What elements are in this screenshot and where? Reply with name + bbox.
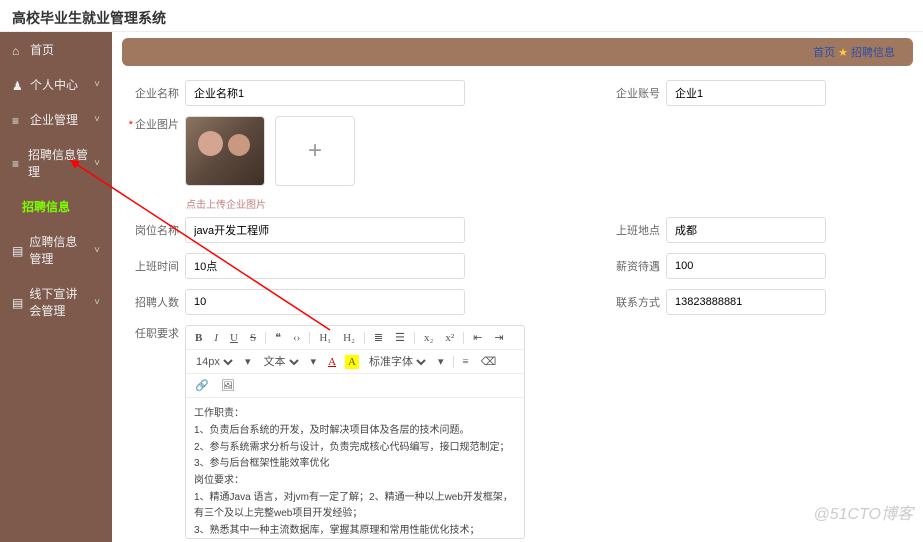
- strike-button[interactable]: S: [247, 331, 259, 345]
- work-location-label: 上班地点: [605, 222, 660, 238]
- sidebar-item-label: 线下宣讲会管理: [29, 285, 88, 319]
- app-header: 高校毕业生就业管理系统: [0, 0, 923, 32]
- clear-button[interactable]: ⌫: [478, 354, 500, 369]
- font-family-select[interactable]: 文本: [260, 355, 302, 369]
- sidebar: ⌂ 首页 ♟ 个人中心 ˅ ≡ 企业管理 ˅ ≡ 招聘信息管理 ˅ 招聘信息 ▤…: [0, 32, 112, 542]
- sup-button[interactable]: x²: [442, 331, 457, 345]
- editor-line: 1、精通Java 语言，对jvm有一定了解；2、精通一种以上web开发框架，有三…: [194, 490, 516, 522]
- sidebar-item-seminar-mgmt[interactable]: ▤ 线下宣讲会管理 ˅: [0, 276, 112, 328]
- sidebar-item-label: 招聘信息: [22, 198, 70, 215]
- editor-body[interactable]: 工作职责： 1、负责后台系统的开发，及时解决项目体及各层的技术问题。 2、参与系…: [186, 398, 524, 538]
- salary-label: 薪资待遇: [605, 258, 660, 274]
- company-name-input[interactable]: [185, 80, 465, 106]
- code-button[interactable]: ‹›: [290, 331, 303, 345]
- separator: [414, 332, 415, 344]
- home-icon: ⌂: [12, 44, 24, 56]
- indent-button[interactable]: ⇥: [491, 330, 506, 345]
- image-hint: 点击上传企业图片: [186, 196, 911, 211]
- chevron-down-icon: ˅: [94, 245, 100, 256]
- sidebar-item-apply-mgmt[interactable]: ▤ 应聘信息管理 ˅: [0, 224, 112, 276]
- list-icon: ≡: [12, 157, 22, 169]
- dropdown-icon[interactable]: ▾: [308, 354, 320, 369]
- position-name-label: 岗位名称: [124, 222, 179, 238]
- editor-toolbar-3: 🔗 🖼: [186, 374, 524, 398]
- contact-input[interactable]: [666, 289, 826, 315]
- form: 企业名称 企业账号 *企业图片 + 点击上传企业图片 岗位名称: [112, 72, 923, 539]
- chevron-down-icon: ˅: [94, 114, 100, 125]
- company-name-label: 企业名称: [124, 85, 179, 101]
- app-title: 高校毕业生就业管理系统: [12, 10, 166, 26]
- work-time-input[interactable]: [185, 253, 465, 279]
- company-image-thumb[interactable]: [185, 116, 265, 186]
- position-name-input[interactable]: [185, 217, 465, 243]
- dropdown-icon[interactable]: ▾: [435, 354, 447, 369]
- bold-button[interactable]: B: [192, 331, 205, 345]
- editor-toolbar-2: 14px ▾ 文本 ▾ A A 标准字体 ▾ ≡ ⌫: [186, 350, 524, 374]
- editor-line: 1、负责后台系统的开发，及时解决项目体及各层的技术问题。: [194, 423, 516, 439]
- sidebar-item-label: 招聘信息管理: [28, 146, 88, 180]
- sidebar-item-label: 企业管理: [30, 111, 78, 128]
- sidebar-item-enterprise[interactable]: ≡ 企业管理 ˅: [0, 102, 112, 137]
- list-icon: ▤: [12, 244, 23, 256]
- sidebar-item-label: 应聘信息管理: [29, 233, 88, 267]
- quote-button[interactable]: ❝: [272, 330, 284, 345]
- bg-color-button[interactable]: A: [345, 355, 359, 369]
- rich-editor: B I U S ❝ ‹› H₁ H₂ ≣ ☰ x₂ x²: [185, 325, 525, 539]
- italic-button[interactable]: I: [211, 331, 221, 345]
- align-button[interactable]: ≡: [460, 355, 472, 369]
- sidebar-item-label: 首页: [30, 41, 54, 58]
- chevron-down-icon: ˅: [94, 158, 100, 169]
- requirements-label: 任职要求: [124, 325, 179, 341]
- separator: [453, 356, 454, 368]
- separator: [309, 332, 310, 344]
- company-account-label: 企业账号: [605, 85, 660, 101]
- link-button[interactable]: 🔗: [192, 378, 212, 393]
- work-time-label: 上班时间: [124, 258, 179, 274]
- editor-toolbar: B I U S ❝ ‹› H₁ H₂ ≣ ☰ x₂ x²: [186, 326, 524, 350]
- list-icon: ≡: [12, 114, 24, 126]
- h2-button[interactable]: H₂: [340, 331, 358, 345]
- separator: [463, 332, 464, 344]
- breadcrumb-home[interactable]: 首页: [813, 44, 835, 60]
- h1-button[interactable]: H₁: [316, 331, 334, 345]
- ul-button[interactable]: ☰: [392, 330, 408, 345]
- editor-line: 2、参与系统需求分析与设计，负责完成核心代码编写，接口规范制定；3、参与后台框架…: [194, 440, 516, 472]
- font-size-select[interactable]: 14px: [192, 355, 236, 369]
- recruit-count-input[interactable]: [185, 289, 465, 315]
- work-location-input[interactable]: [666, 217, 826, 243]
- separator: [265, 332, 266, 344]
- content-area: 首页 ★ 招聘信息 企业名称 企业账号 *企业图片 + 点击上传企业图片: [112, 32, 923, 542]
- breadcrumb: 首页 ★ 招聘信息: [122, 38, 913, 66]
- chevron-down-icon: ˅: [94, 79, 100, 90]
- editor-line: 3、熟悉其中一种主流数据库，掌握其原理和常用性能优化技术；: [194, 523, 516, 538]
- sidebar-item-personal[interactable]: ♟ 个人中心 ˅: [0, 67, 112, 102]
- sub-button[interactable]: x₂: [421, 331, 436, 345]
- dropdown-icon[interactable]: ▾: [242, 354, 254, 369]
- user-icon: ♟: [12, 79, 24, 91]
- star-icon: ★: [838, 46, 848, 59]
- add-image-button[interactable]: +: [275, 116, 355, 186]
- sidebar-item-label: 个人中心: [30, 76, 78, 93]
- recruit-count-label: 招聘人数: [124, 294, 179, 310]
- font-color-button[interactable]: A: [325, 355, 339, 369]
- image-button[interactable]: 🖼: [218, 378, 238, 393]
- company-image-label: *企业图片: [124, 116, 179, 132]
- std-font-select[interactable]: 标准字体: [365, 355, 429, 369]
- sidebar-item-recruit-info[interactable]: 招聘信息: [0, 189, 112, 224]
- sidebar-item-recruit-mgmt[interactable]: ≡ 招聘信息管理 ˅: [0, 137, 112, 189]
- contact-label: 联系方式: [605, 294, 660, 310]
- ol-button[interactable]: ≣: [371, 330, 386, 345]
- underline-button[interactable]: U: [227, 331, 241, 345]
- list-icon: ▤: [12, 296, 23, 308]
- salary-input[interactable]: [666, 253, 826, 279]
- chevron-down-icon: ˅: [94, 297, 100, 308]
- editor-line: 工作职责：: [194, 406, 516, 422]
- outdent-button[interactable]: ⇤: [470, 330, 485, 345]
- editor-line: 岗位要求：: [194, 473, 516, 489]
- sidebar-item-home[interactable]: ⌂ 首页: [0, 32, 112, 67]
- separator: [364, 332, 365, 344]
- breadcrumb-current: 招聘信息: [851, 44, 895, 60]
- company-account-input[interactable]: [666, 80, 826, 106]
